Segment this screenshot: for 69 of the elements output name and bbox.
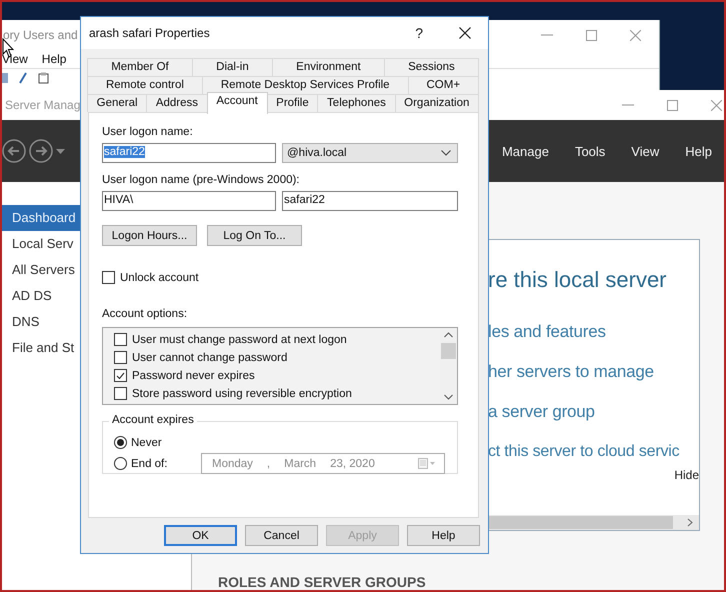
dialog-button[interactable]: OK — [164, 525, 237, 546]
input-field[interactable]: HIVA\ — [102, 191, 276, 211]
task-link[interactable]: her servers to manage — [488, 360, 699, 384]
close-icon[interactable] — [459, 27, 471, 39]
task-link[interactable]: a server group — [488, 400, 699, 424]
checkbox-label: Unlock account — [120, 272, 199, 284]
radio-label: End of: — [131, 458, 168, 470]
checkbox-label: User must change password at next logon — [132, 334, 347, 346]
minimize-icon[interactable] — [622, 104, 634, 106]
menu-item[interactable]: View — [2, 52, 28, 66]
task-link[interactable]: ct this server to cloud servic — [488, 440, 699, 464]
tab[interactable]: Remote control — [87, 76, 203, 94]
calendar-icon — [418, 458, 436, 469]
menu-item[interactable]: Help — [685, 144, 712, 158]
hide-link[interactable]: Hide — [674, 468, 699, 482]
dialog-button[interactable]: Cancel — [245, 525, 318, 546]
checkbox[interactable] — [114, 333, 127, 346]
chevron-down-icon[interactable] — [444, 394, 453, 400]
dialog-button[interactable]: Help — [407, 525, 480, 546]
radio-button[interactable] — [114, 436, 127, 449]
help-button[interactable]: ? — [415, 25, 423, 41]
back-icon[interactable] — [2, 139, 26, 163]
welcome-heading: re this local server — [488, 267, 668, 293]
scrollbar-thumb[interactable] — [441, 343, 456, 359]
dialog-button[interactable]: Logon Hours... — [102, 225, 197, 246]
minimize-icon[interactable] — [541, 34, 553, 36]
field-label: User logon name (pre-Windows 2000): — [102, 174, 301, 188]
input-field[interactable]: safari22 — [102, 143, 276, 163]
checkbox-label: Password never expires — [132, 370, 255, 382]
maximize-icon[interactable] — [586, 30, 597, 40]
toolbar-icon[interactable] — [18, 72, 28, 84]
checkbox[interactable] — [102, 271, 115, 284]
forward-icon[interactable] — [29, 139, 53, 163]
checkbox[interactable] — [114, 387, 127, 400]
maximize-icon[interactable] — [667, 100, 678, 110]
checkbox-label: User cannot change password — [132, 352, 288, 364]
tab[interactable]: COM+ — [408, 76, 479, 94]
chevron-down-icon — [441, 150, 451, 156]
horizontal-scrollbar[interactable] — [488, 515, 699, 530]
field-label: User logon name: — [102, 126, 194, 140]
menu-item[interactable]: Help — [42, 52, 66, 66]
chevron-right-icon[interactable] — [687, 518, 693, 527]
menu-item[interactable]: Tools — [574, 144, 606, 158]
task-link[interactable]: les and features — [488, 320, 699, 344]
tab[interactable]: Organization — [394, 94, 480, 112]
caret-icon[interactable] — [56, 148, 65, 154]
dialog-title: arash safari Properties — [89, 26, 210, 40]
domain-dropdown[interactable]: @hiva.local — [282, 143, 458, 163]
menu-item[interactable]: View — [631, 144, 660, 158]
menu-item[interactable]: Manage — [502, 144, 549, 158]
group-title: Account expires — [109, 414, 197, 426]
scrollbar-thumb[interactable] — [488, 516, 673, 529]
toolbar-icon[interactable] — [38, 72, 49, 84]
checkbox[interactable] — [114, 351, 127, 364]
input-field[interactable]: safari22 — [282, 191, 458, 211]
field-label: Account options: — [102, 308, 188, 322]
radio-label: Never — [131, 436, 163, 448]
window-title: ory Users and — [3, 28, 78, 42]
radio-button[interactable] — [114, 457, 127, 470]
chevron-up-icon[interactable] — [444, 332, 453, 338]
tab[interactable]: Sessions — [384, 58, 480, 76]
window-title: Server Manag — [5, 98, 80, 112]
tab[interactable]: Account — [206, 92, 268, 114]
section-title: ROLES AND SERVER GROUPS — [218, 574, 427, 590]
checkbox-label: Store password using reversible encryption — [132, 388, 352, 400]
tab[interactable]: General — [87, 94, 148, 112]
tab[interactable]: Member Of — [87, 58, 193, 76]
dialog-button[interactable]: Log On To... — [207, 225, 302, 246]
checkbox[interactable] — [114, 369, 127, 382]
